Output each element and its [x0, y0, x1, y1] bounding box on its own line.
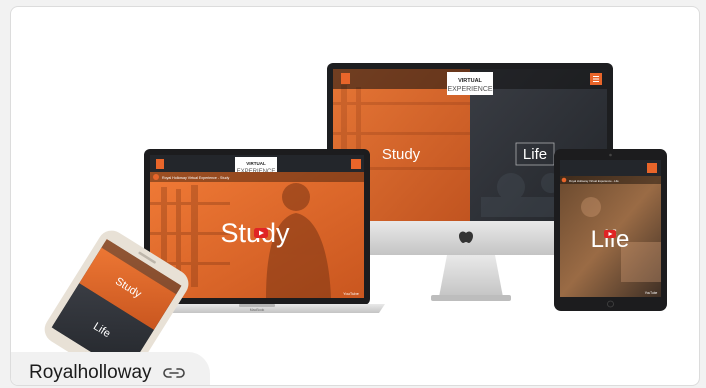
imac-logo-line2: EXPERIENCE [447, 86, 492, 93]
project-card[interactable]: VIRTUAL EXPERIENCE Study Life VIRTUAL EX… [10, 6, 700, 386]
imac-right-label: Life [523, 146, 547, 163]
laptop-logo-line1: VIRTUAL [246, 161, 266, 166]
link-icon[interactable] [162, 366, 186, 380]
laptop-video-title: Royal Holloway Virtual Experience - Stud… [162, 176, 229, 180]
laptop-badge: YouTube [343, 291, 359, 296]
laptop-base-label: MacBook [250, 308, 265, 312]
project-title[interactable]: Royalholloway [29, 362, 152, 384]
tablet-badge: YouTube [645, 291, 658, 295]
device-mockup-image: VIRTUAL EXPERIENCE Study Life VIRTUAL EX… [44, 63, 667, 383]
project-title-pill[interactable]: Royalholloway [11, 352, 210, 385]
tablet-device: Royal Holloway Virtual Experience - Life… [554, 149, 667, 311]
tablet-video-title: Royal Holloway Virtual Experience - Life [569, 179, 619, 183]
imac-left-label: Study [382, 146, 421, 163]
imac-logo-line1: VIRTUAL [458, 78, 482, 84]
